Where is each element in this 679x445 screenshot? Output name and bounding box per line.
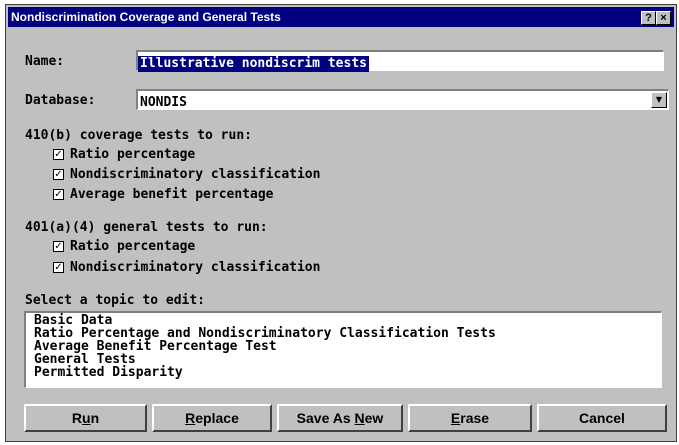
general-nondiscrim-checkbox[interactable]: ✓ Nondiscriminatory classification — [53, 260, 320, 275]
checkmark-icon[interactable]: ✓ — [53, 241, 64, 252]
coverage-average-benefit-checkbox[interactable]: ✓ Average benefit percentage — [53, 187, 274, 202]
topic-listbox[interactable]: Basic Data Ratio Percentage and Nondiscr… — [24, 311, 662, 388]
cancel-button[interactable]: Cancel — [537, 404, 667, 432]
checkbox-label: Average benefit percentage — [70, 187, 274, 202]
database-label: Database: — [25, 93, 96, 108]
checkbox-label: Ratio percentage — [70, 239, 196, 254]
chevron-down-icon[interactable]: ▼ — [651, 92, 667, 108]
checkmark-icon[interactable]: ✓ — [53, 189, 64, 200]
coverage-nondiscrim-checkbox[interactable]: ✓ Nondiscriminatory classification — [53, 167, 320, 182]
help-button[interactable]: ? — [641, 11, 656, 25]
checkmark-icon[interactable]: ✓ — [53, 262, 64, 273]
checkbox-label: Ratio percentage — [70, 147, 196, 162]
checkmark-icon[interactable]: ✓ — [53, 149, 64, 160]
replace-button[interactable]: Replace — [152, 404, 272, 432]
general-heading: 401(a)(4) general tests to run: — [25, 220, 268, 235]
name-input-value: Illustrative nondiscrim tests — [138, 56, 369, 72]
checkbox-label: Nondiscriminatory classification — [70, 167, 321, 182]
close-button[interactable]: × — [656, 11, 671, 25]
checkmark-icon[interactable]: ✓ — [53, 169, 64, 180]
coverage-ratio-checkbox[interactable]: ✓ Ratio percentage — [53, 147, 195, 162]
database-dropdown[interactable]: NONDIS ▼ — [136, 89, 669, 110]
name-label: Name: — [25, 54, 65, 69]
window-title: Nondiscrimination Coverage and General T… — [11, 10, 281, 24]
save-as-new-button[interactable]: Save As New — [277, 404, 403, 432]
database-value: NONDIS — [140, 95, 187, 110]
erase-button[interactable]: Erase — [408, 404, 532, 432]
title-bar: Nondiscrimination Coverage and General T… — [8, 7, 674, 27]
coverage-heading: 410(b) coverage tests to run: — [25, 128, 252, 143]
name-input[interactable]: Illustrative nondiscrim tests — [136, 50, 664, 72]
dialog-window: Nondiscrimination Coverage and General T… — [5, 4, 677, 442]
list-item[interactable]: Permitted Disparity — [34, 366, 653, 379]
general-ratio-checkbox[interactable]: ✓ Ratio percentage — [53, 239, 195, 254]
run-button[interactable]: Run — [24, 404, 147, 432]
topics-heading: Select a topic to edit: — [25, 293, 206, 308]
checkbox-label: Nondiscriminatory classification — [70, 260, 321, 275]
